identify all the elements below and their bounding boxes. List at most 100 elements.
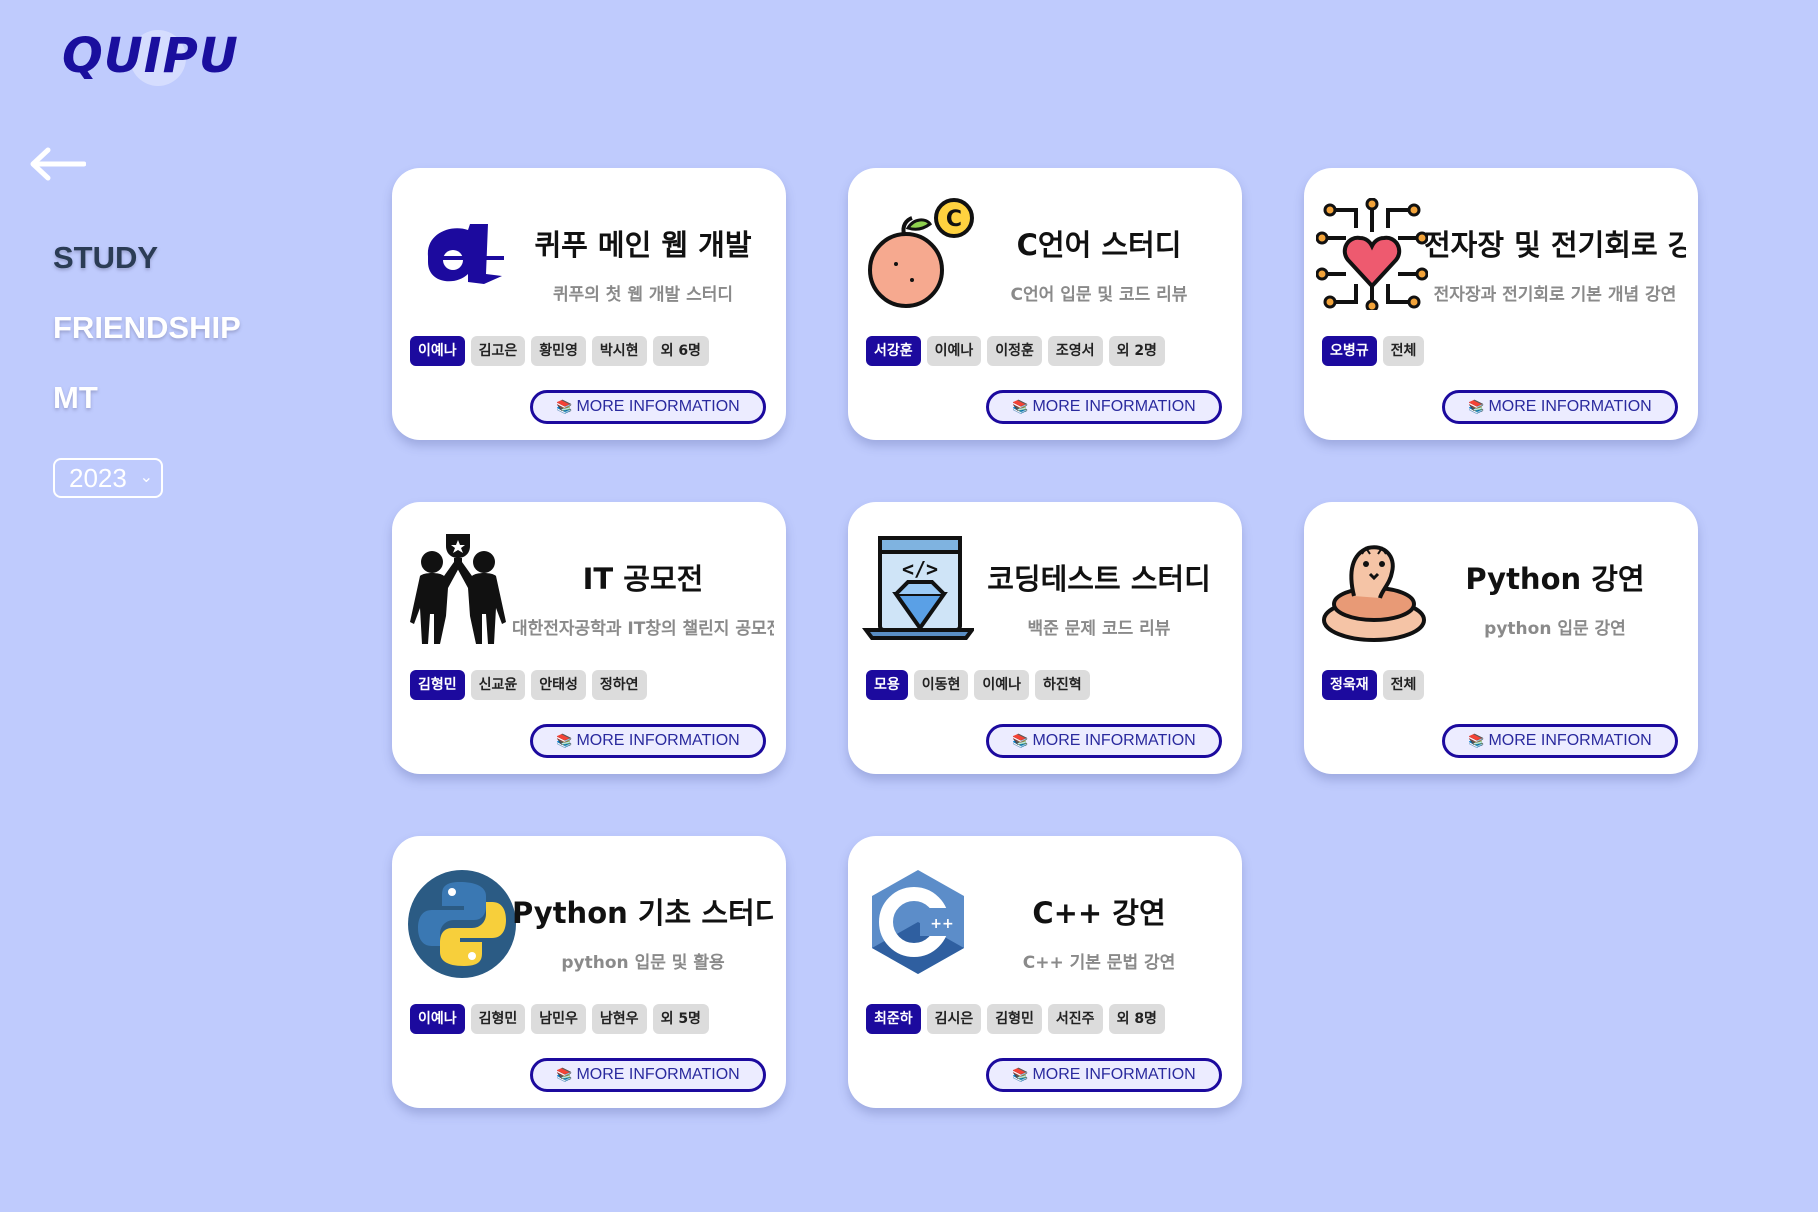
more-information-button[interactable]: 📚 MORE INFORMATION — [530, 1058, 766, 1092]
arrow-left-icon[interactable] — [28, 146, 86, 182]
category-nav: STUDY FRIENDSHIP MT — [53, 236, 241, 446]
more-information-button[interactable]: 📚 MORE INFORMATION — [986, 724, 1222, 758]
member-tags: 이예나 김고은 황민영 박시현 외 6명 — [410, 336, 709, 366]
card-title: C언어 스터디 — [1016, 228, 1182, 262]
study-card[interactable]: 전자장 및 전기회로 강연 전자장과 전기회로 기본 개념 강연 오병규 전체 … — [1304, 168, 1698, 440]
member-tag: 남현우 — [591, 1004, 647, 1034]
card-description: python 입문 강연 — [1484, 619, 1626, 639]
member-tag: 이정훈 — [987, 336, 1042, 366]
books-icon: 📚 — [556, 1067, 573, 1082]
more-information-label: MORE INFORMATION — [576, 1066, 740, 1083]
member-tag-leader: 김형민 — [410, 670, 465, 700]
member-tag: 이동현 — [913, 670, 969, 700]
books-icon: 📚 — [1012, 733, 1029, 748]
laptop-code-icon: </> — [862, 536, 974, 640]
more-information-label: MORE INFORMATION — [1488, 398, 1652, 415]
member-tag: 김고은 — [470, 336, 526, 366]
more-information-button[interactable]: 📚 MORE INFORMATION — [1442, 724, 1678, 758]
member-tag: 안태성 — [531, 670, 586, 700]
svg-text:++: ++ — [930, 916, 953, 932]
member-tag: 남민우 — [531, 1004, 586, 1034]
books-icon: 📚 — [1012, 1067, 1029, 1082]
more-information-button[interactable]: 📚 MORE INFORMATION — [986, 390, 1222, 424]
member-tags: 모용 이동현 이예나 하진혁 — [866, 670, 1090, 700]
year-select[interactable]: 2023 ⌄ — [53, 458, 163, 498]
python-logo-icon — [408, 870, 516, 978]
orange-c-icon: C — [868, 198, 974, 308]
more-information-label: MORE INFORMATION — [1032, 398, 1196, 415]
cpp-logo-icon: ++ — [872, 870, 964, 974]
books-icon: 📚 — [1468, 399, 1485, 414]
member-tag: 하진혁 — [1035, 670, 1090, 700]
card-title: 전자장 및 전기회로 강연 — [1424, 228, 1686, 262]
card-title: Python 강연 — [1465, 562, 1645, 596]
member-tag-leader: 모용 — [866, 670, 908, 700]
study-card[interactable]: Python 강연 python 입문 강연 정욱재 전체 📚 MORE INFO… — [1304, 502, 1698, 774]
card-description: C언어 입문 및 코드 리뷰 — [1010, 285, 1188, 305]
circuit-heart-icon — [1316, 198, 1428, 310]
member-tag-leader: 오병규 — [1322, 336, 1377, 366]
study-card[interactable]: </> 코딩테스트 스터디 백준 문제 코드 리뷰 모용 이동현 이예나 하진혁… — [848, 502, 1242, 774]
more-information-label: MORE INFORMATION — [576, 398, 740, 415]
member-tag: 이예나 — [974, 670, 1030, 700]
more-information-label: MORE INFORMATION — [1032, 1066, 1196, 1083]
more-information-label: MORE INFORMATION — [1032, 732, 1196, 749]
card-title: C++ 강연 — [1032, 896, 1166, 930]
member-tags: 정욱재 전체 — [1322, 670, 1425, 700]
quipu-logo-icon — [427, 224, 504, 284]
more-information-button[interactable]: 📚 MORE INFORMATION — [530, 390, 766, 424]
more-information-button[interactable]: 📚 MORE INFORMATION — [986, 1058, 1222, 1092]
trophy-team-icon — [410, 534, 506, 644]
member-tag: 서진주 — [1047, 1004, 1103, 1034]
member-tag: 전체 — [1382, 336, 1425, 366]
year-select-value: 2023 — [69, 463, 127, 493]
member-tag: 신교윤 — [470, 670, 526, 700]
member-tag-leader: 최준하 — [866, 1004, 921, 1034]
member-tag-more: 외 2명 — [1108, 336, 1165, 366]
nav-item-friendship[interactable]: FRIENDSHIP — [53, 306, 241, 376]
study-card[interactable]: 퀴푸 메인 웹 개발 퀴푸의 첫 웹 개발 스터디 이예나 김고은 황민영 박시… — [392, 168, 786, 440]
member-tag-leader: 이예나 — [410, 1004, 465, 1034]
member-tag: 전체 — [1382, 670, 1425, 700]
chevron-down-icon: ⌄ — [139, 469, 153, 486]
member-tags: 김형민 신교윤 안태성 정하연 — [410, 670, 647, 700]
card-title: Python 기초 스터디 — [512, 896, 774, 930]
card-description: 대한전자공학과 IT창의 챌린지 공모전 — [512, 619, 774, 639]
books-icon: 📚 — [1468, 733, 1485, 748]
member-tag-leader: 이예나 — [410, 336, 465, 366]
card-description: 퀴푸의 첫 웹 개발 스터디 — [552, 285, 734, 305]
member-tags: 최준하 김시은 김형민 서진주 외 8명 — [866, 1004, 1165, 1034]
member-tag: 정하연 — [591, 670, 647, 700]
books-icon: 📚 — [556, 399, 573, 414]
nav-item-mt[interactable]: MT — [53, 376, 241, 446]
card-description: python 입문 및 활용 — [561, 953, 725, 973]
books-icon: 📚 — [1012, 399, 1029, 414]
study-card[interactable]: IT 공모전 대한전자공학과 IT창의 챌린지 공모전 김형민 신교윤 안태성 … — [392, 502, 786, 774]
card-description: 백준 문제 코드 리뷰 — [1027, 619, 1171, 639]
study-card[interactable]: Python 기초 스터디 python 입문 및 활용 이예나 김형민 남민우… — [392, 836, 786, 1108]
study-card[interactable]: ++ C++ 강연 C++ 기본 문법 강연 최준하 김시은 김형민 서진주 외… — [848, 836, 1242, 1108]
member-tag: 김형민 — [987, 1004, 1042, 1034]
card-description: C++ 기본 문법 강연 — [1022, 953, 1176, 973]
member-tag-leader: 서강훈 — [866, 336, 921, 366]
card-title: 코딩테스트 스터디 — [987, 562, 1211, 596]
quipu-logo[interactable]: QUIPU — [62, 28, 239, 86]
member-tags: 오병규 전체 — [1322, 336, 1425, 366]
member-tag-leader: 정욱재 — [1322, 670, 1377, 700]
member-tag-more: 외 6명 — [652, 336, 709, 366]
nav-item-study[interactable]: STUDY — [53, 236, 241, 306]
books-icon: 📚 — [556, 733, 573, 748]
snake-icon — [1322, 545, 1426, 642]
card-description: 전자장과 전기회로 기본 개념 강연 — [1433, 285, 1677, 305]
svg-text:C: C — [946, 207, 962, 232]
member-tag: 박시현 — [591, 336, 647, 366]
more-information-button[interactable]: 📚 MORE INFORMATION — [1442, 390, 1678, 424]
member-tags: 서강훈 이예나 이정훈 조영서 외 2명 — [866, 336, 1165, 366]
member-tag-more: 외 8명 — [1108, 1004, 1165, 1034]
more-information-button[interactable]: 📚 MORE INFORMATION — [530, 724, 766, 758]
study-card[interactable]: C C언어 스터디 C언어 입문 및 코드 리뷰 서강훈 이예나 이정훈 조영서… — [848, 168, 1242, 440]
member-tag: 김시은 — [926, 1004, 982, 1034]
member-tag-more: 외 5명 — [652, 1004, 709, 1034]
more-information-label: MORE INFORMATION — [576, 732, 740, 749]
member-tag: 황민영 — [531, 336, 586, 366]
